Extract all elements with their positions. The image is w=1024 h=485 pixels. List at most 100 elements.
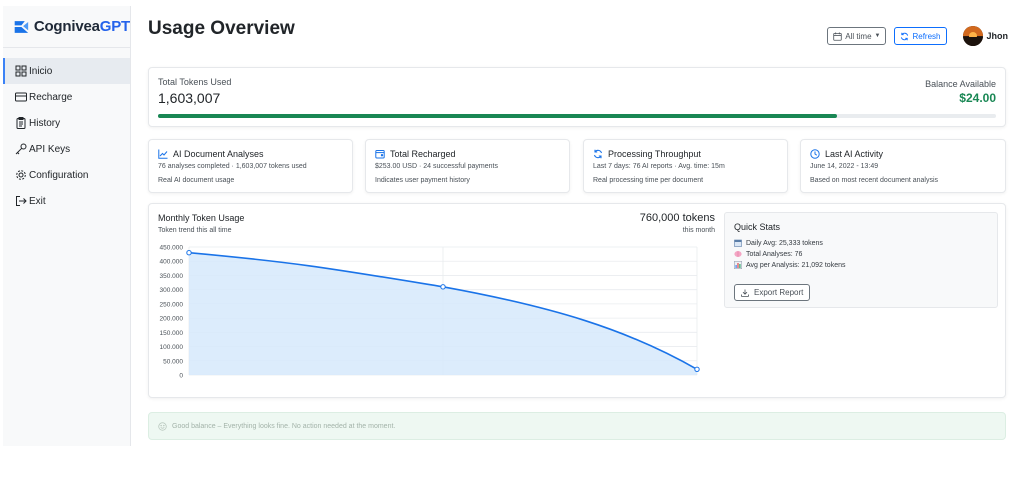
export-report-label: Export Report [754,288,804,297]
clipboard-icon [16,117,26,129]
stat-title: Last AI Activity [810,149,883,159]
refresh-icon [901,32,909,40]
sidebar-nav: Inicio Recharge History API Keys Configu… [3,58,130,214]
user-menu[interactable]: Jhon [962,26,1009,46]
key-icon [15,143,27,155]
calendar-icon [734,239,742,247]
stat-desc: Real AI document usage [158,177,235,184]
bar-chart-icon [734,261,742,269]
data-point [694,366,700,373]
stat-card-recharged: Total Recharged $253.00 USD · 24 success… [365,139,570,193]
download-icon [741,289,749,297]
wallet-icon [375,150,385,159]
stat-card-last-activity: Last AI Activity June 14, 2022 - 13:49 B… [800,139,1006,193]
sidebar-item-api-keys[interactable]: API Keys [3,136,130,162]
stat-card-analyses: AI Document Analyses 76 analyses complet… [148,139,353,193]
brain-icon [734,251,742,257]
stat-title: Total Recharged [375,149,456,159]
stat-sub: 76 analyses completed · 1,603,007 tokens… [158,163,307,170]
chart-subtitle: Token trend this all time [158,227,232,234]
sidebar-item-label: Recharge [29,91,73,103]
sidebar-item-configuration[interactable]: Configuration [3,162,130,188]
stat-title: AI Document Analyses [158,149,264,159]
chart-total-sub: this month [682,227,715,234]
tokens-value: 1,603,007 [158,90,221,106]
y-tick-label: 150.000 [160,330,184,337]
stat-sub: $253.00 USD · 24 successful payments [375,163,498,170]
sidebar-item-label: Inicio [29,65,53,77]
top-controls: All time ▼ Refresh Jhon [827,26,1008,46]
card-icon [15,92,27,102]
caret-down-icon: ▼ [874,33,881,39]
user-name: Jhon [986,31,1009,41]
grid-icon [15,65,27,77]
time-filter-label: All time [845,31,872,41]
tokens-label: Total Tokens Used [158,77,232,87]
stat-sub: June 14, 2022 - 13:49 [810,163,879,170]
balance-value: $24.00 [959,91,996,105]
usage-progress-bar [158,114,996,118]
sidebar-item-exit[interactable]: Exit [3,188,130,214]
stat-desc: Based on most recent document analysis [810,177,939,184]
sidebar: CogniveаGPT Inicio Recharge History API … [3,6,131,446]
status-alert-text: Good balance – Everything looks fine. No… [172,422,396,430]
refresh-label: Refresh [912,31,941,41]
sidebar-item-inicio[interactable]: Inicio [3,58,130,84]
balance-label: Balance Available [925,79,996,89]
brand[interactable]: CogniveаGPT [3,6,130,48]
stat-title-text: Last AI Activity [825,149,884,159]
stat-title-text: AI Document Analyses [173,149,264,159]
quick-stats-title: Quick Stats [734,222,781,232]
stat-desc: Real processing time per document [593,177,704,184]
brand-name: CogniveаGPT [33,18,130,35]
chart-total-value: 760,000 tokens [639,212,715,224]
y-tick-label: 400.000 [160,259,184,266]
clock-icon [810,149,820,159]
y-tick-label: 350.000 [160,273,184,280]
avatar-image [962,26,983,46]
quick-stat-text: Total Analyses: 76 [746,250,803,258]
app: CogniveаGPT Inicio Recharge History API … [0,0,1024,485]
data-point [186,249,192,256]
y-tick-label: 50.000 [163,358,183,365]
chart-card: Monthly Token Usage Token trend this all… [148,203,1006,398]
y-tick-label: 450.000 [160,245,184,252]
sidebar-item-label: Configuration [29,169,89,181]
sidebar-item-label: Exit [29,195,46,207]
quick-stat-total-analyses: Total Analyses: 76 [734,250,802,258]
data-point [440,284,446,290]
usage-progress-fill [158,114,837,118]
quick-stat-text: Daily Avg: 25,333 tokens [746,239,823,247]
sidebar-item-history[interactable]: History [3,110,130,136]
refresh-button[interactable]: Refresh [894,27,947,45]
gear-icon [16,170,26,180]
exit-icon [16,196,27,206]
sync-icon [593,149,603,159]
quick-stat-daily-avg: Daily Avg: 25,333 tokens [734,239,823,247]
quick-stats-panel: Quick Stats Daily Avg: 25,333 tokens Tot… [724,212,998,308]
avatar [962,26,983,46]
stat-sub: Last 7 days: 76 AI reports · Avg. time: … [593,163,725,170]
page-title: Usage Overview [148,18,295,39]
sidebar-item-recharge[interactable]: Recharge [3,84,130,110]
stat-desc: Indicates user payment history [375,177,470,184]
export-report-button[interactable]: Export Report [734,284,811,301]
tokens-card: Total Tokens Used 1,603,007 Balance Avai… [148,67,1006,127]
sidebar-item-label: API Keys [29,143,71,155]
y-tick-label: 250.000 [160,301,184,308]
line-chart-icon [158,149,168,159]
stat-title-text: Total Recharged [390,149,456,159]
main-content: Usage Overview All time ▼ Refresh Jhon T… [148,0,1008,485]
y-tick-label: 200.000 [160,316,184,323]
time-filter-dropdown[interactable]: All time ▼ [827,27,887,45]
stat-title-text: Processing Throughput [608,149,701,159]
brand-logo-icon [14,20,29,33]
quick-stat-avg-per-analysis: Avg per Analysis: 21,092 tokens [734,261,846,269]
brand-name-accent: GPT [99,18,130,35]
status-alert: Good balance – Everything looks fine. No… [148,412,1006,440]
smile-icon [158,421,167,431]
token-usage-chart: 0 50.000 100.000 150.000 200.000 250.000 300.0… [160,245,700,380]
sidebar-item-label: History [29,117,61,129]
stat-title: Processing Throughput [593,149,701,159]
chart-title: Monthly Token Usage [158,213,245,223]
